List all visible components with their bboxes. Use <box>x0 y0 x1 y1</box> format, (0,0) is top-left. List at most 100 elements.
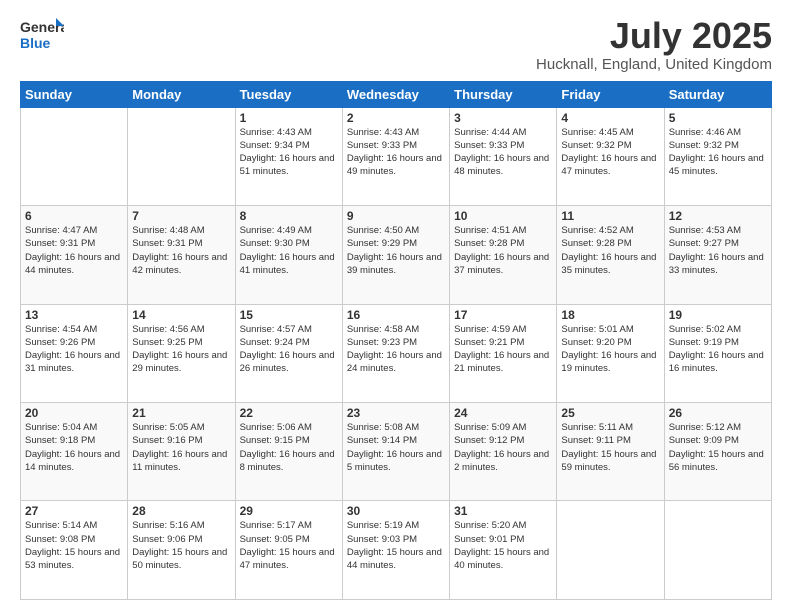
day-number: 16 <box>347 308 445 322</box>
calendar-cell <box>21 107 128 205</box>
page: General Blue July 2025 Hucknall, England… <box>0 0 792 612</box>
day-info: Sunrise: 5:14 AM Sunset: 9:08 PM Dayligh… <box>25 519 123 572</box>
day-info: Sunrise: 5:19 AM Sunset: 9:03 PM Dayligh… <box>347 519 445 572</box>
day-info: Sunrise: 5:01 AM Sunset: 9:20 PM Dayligh… <box>561 323 659 376</box>
weekday-header: Sunday <box>21 81 128 107</box>
day-info: Sunrise: 4:48 AM Sunset: 9:31 PM Dayligh… <box>132 224 230 277</box>
day-info: Sunrise: 5:11 AM Sunset: 9:11 PM Dayligh… <box>561 421 659 474</box>
day-number: 12 <box>669 209 767 223</box>
calendar-cell: 8Sunrise: 4:49 AM Sunset: 9:30 PM Daylig… <box>235 206 342 304</box>
day-info: Sunrise: 5:16 AM Sunset: 9:06 PM Dayligh… <box>132 519 230 572</box>
day-number: 2 <box>347 111 445 125</box>
svg-text:Blue: Blue <box>20 35 51 51</box>
day-info: Sunrise: 4:49 AM Sunset: 9:30 PM Dayligh… <box>240 224 338 277</box>
day-number: 10 <box>454 209 552 223</box>
day-info: Sunrise: 4:43 AM Sunset: 9:33 PM Dayligh… <box>347 126 445 179</box>
calendar-cell: 11Sunrise: 4:52 AM Sunset: 9:28 PM Dayli… <box>557 206 664 304</box>
day-info: Sunrise: 4:52 AM Sunset: 9:28 PM Dayligh… <box>561 224 659 277</box>
weekday-header: Wednesday <box>342 81 449 107</box>
calendar-cell <box>557 501 664 600</box>
day-info: Sunrise: 5:06 AM Sunset: 9:15 PM Dayligh… <box>240 421 338 474</box>
day-number: 9 <box>347 209 445 223</box>
calendar-cell <box>128 107 235 205</box>
day-info: Sunrise: 4:56 AM Sunset: 9:25 PM Dayligh… <box>132 323 230 376</box>
day-info: Sunrise: 4:51 AM Sunset: 9:28 PM Dayligh… <box>454 224 552 277</box>
location: Hucknall, England, United Kingdom <box>536 56 772 73</box>
day-number: 8 <box>240 209 338 223</box>
calendar-cell: 5Sunrise: 4:46 AM Sunset: 9:32 PM Daylig… <box>664 107 771 205</box>
calendar-week-row: 1Sunrise: 4:43 AM Sunset: 9:34 PM Daylig… <box>21 107 772 205</box>
calendar-cell: 25Sunrise: 5:11 AM Sunset: 9:11 PM Dayli… <box>557 403 664 501</box>
calendar-cell: 31Sunrise: 5:20 AM Sunset: 9:01 PM Dayli… <box>450 501 557 600</box>
day-number: 23 <box>347 406 445 420</box>
calendar-cell: 22Sunrise: 5:06 AM Sunset: 9:15 PM Dayli… <box>235 403 342 501</box>
day-number: 1 <box>240 111 338 125</box>
day-number: 17 <box>454 308 552 322</box>
calendar-cell: 21Sunrise: 5:05 AM Sunset: 9:16 PM Dayli… <box>128 403 235 501</box>
calendar-cell: 19Sunrise: 5:02 AM Sunset: 9:19 PM Dayli… <box>664 304 771 402</box>
calendar-cell: 1Sunrise: 4:43 AM Sunset: 9:34 PM Daylig… <box>235 107 342 205</box>
day-number: 22 <box>240 406 338 420</box>
day-number: 18 <box>561 308 659 322</box>
weekday-header: Saturday <box>664 81 771 107</box>
day-number: 19 <box>669 308 767 322</box>
day-number: 25 <box>561 406 659 420</box>
day-number: 7 <box>132 209 230 223</box>
calendar-week-row: 27Sunrise: 5:14 AM Sunset: 9:08 PM Dayli… <box>21 501 772 600</box>
weekday-header: Thursday <box>450 81 557 107</box>
day-number: 5 <box>669 111 767 125</box>
day-info: Sunrise: 4:47 AM Sunset: 9:31 PM Dayligh… <box>25 224 123 277</box>
logo-svg: General Blue <box>20 16 64 56</box>
calendar-week-row: 6Sunrise: 4:47 AM Sunset: 9:31 PM Daylig… <box>21 206 772 304</box>
calendar-header-row: SundayMondayTuesdayWednesdayThursdayFrid… <box>21 81 772 107</box>
calendar-week-row: 13Sunrise: 4:54 AM Sunset: 9:26 PM Dayli… <box>21 304 772 402</box>
day-info: Sunrise: 5:08 AM Sunset: 9:14 PM Dayligh… <box>347 421 445 474</box>
day-info: Sunrise: 4:45 AM Sunset: 9:32 PM Dayligh… <box>561 126 659 179</box>
calendar-cell: 15Sunrise: 4:57 AM Sunset: 9:24 PM Dayli… <box>235 304 342 402</box>
weekday-header: Tuesday <box>235 81 342 107</box>
day-info: Sunrise: 4:44 AM Sunset: 9:33 PM Dayligh… <box>454 126 552 179</box>
day-number: 15 <box>240 308 338 322</box>
calendar-cell: 2Sunrise: 4:43 AM Sunset: 9:33 PM Daylig… <box>342 107 449 205</box>
day-number: 14 <box>132 308 230 322</box>
calendar-table: SundayMondayTuesdayWednesdayThursdayFrid… <box>20 81 772 600</box>
day-info: Sunrise: 4:46 AM Sunset: 9:32 PM Dayligh… <box>669 126 767 179</box>
day-number: 20 <box>25 406 123 420</box>
day-info: Sunrise: 5:12 AM Sunset: 9:09 PM Dayligh… <box>669 421 767 474</box>
day-number: 28 <box>132 504 230 518</box>
day-number: 27 <box>25 504 123 518</box>
day-number: 4 <box>561 111 659 125</box>
calendar-cell: 9Sunrise: 4:50 AM Sunset: 9:29 PM Daylig… <box>342 206 449 304</box>
day-number: 30 <box>347 504 445 518</box>
logo: General Blue <box>20 16 64 56</box>
day-info: Sunrise: 5:09 AM Sunset: 9:12 PM Dayligh… <box>454 421 552 474</box>
day-number: 13 <box>25 308 123 322</box>
day-number: 6 <box>25 209 123 223</box>
calendar-cell: 16Sunrise: 4:58 AM Sunset: 9:23 PM Dayli… <box>342 304 449 402</box>
calendar-cell: 6Sunrise: 4:47 AM Sunset: 9:31 PM Daylig… <box>21 206 128 304</box>
calendar-cell: 14Sunrise: 4:56 AM Sunset: 9:25 PM Dayli… <box>128 304 235 402</box>
day-number: 31 <box>454 504 552 518</box>
day-info: Sunrise: 4:43 AM Sunset: 9:34 PM Dayligh… <box>240 126 338 179</box>
day-number: 24 <box>454 406 552 420</box>
day-info: Sunrise: 4:57 AM Sunset: 9:24 PM Dayligh… <box>240 323 338 376</box>
day-number: 29 <box>240 504 338 518</box>
weekday-header: Monday <box>128 81 235 107</box>
calendar-cell: 29Sunrise: 5:17 AM Sunset: 9:05 PM Dayli… <box>235 501 342 600</box>
calendar-cell: 10Sunrise: 4:51 AM Sunset: 9:28 PM Dayli… <box>450 206 557 304</box>
day-info: Sunrise: 4:59 AM Sunset: 9:21 PM Dayligh… <box>454 323 552 376</box>
day-info: Sunrise: 5:05 AM Sunset: 9:16 PM Dayligh… <box>132 421 230 474</box>
calendar-cell <box>664 501 771 600</box>
day-info: Sunrise: 4:50 AM Sunset: 9:29 PM Dayligh… <box>347 224 445 277</box>
calendar-cell: 7Sunrise: 4:48 AM Sunset: 9:31 PM Daylig… <box>128 206 235 304</box>
day-info: Sunrise: 4:53 AM Sunset: 9:27 PM Dayligh… <box>669 224 767 277</box>
day-number: 21 <box>132 406 230 420</box>
day-info: Sunrise: 5:04 AM Sunset: 9:18 PM Dayligh… <box>25 421 123 474</box>
calendar-cell: 24Sunrise: 5:09 AM Sunset: 9:12 PM Dayli… <box>450 403 557 501</box>
calendar-cell: 23Sunrise: 5:08 AM Sunset: 9:14 PM Dayli… <box>342 403 449 501</box>
calendar-cell: 28Sunrise: 5:16 AM Sunset: 9:06 PM Dayli… <box>128 501 235 600</box>
title-block: July 2025 Hucknall, England, United King… <box>536 16 772 73</box>
day-info: Sunrise: 4:58 AM Sunset: 9:23 PM Dayligh… <box>347 323 445 376</box>
calendar-cell: 27Sunrise: 5:14 AM Sunset: 9:08 PM Dayli… <box>21 501 128 600</box>
calendar-week-row: 20Sunrise: 5:04 AM Sunset: 9:18 PM Dayli… <box>21 403 772 501</box>
